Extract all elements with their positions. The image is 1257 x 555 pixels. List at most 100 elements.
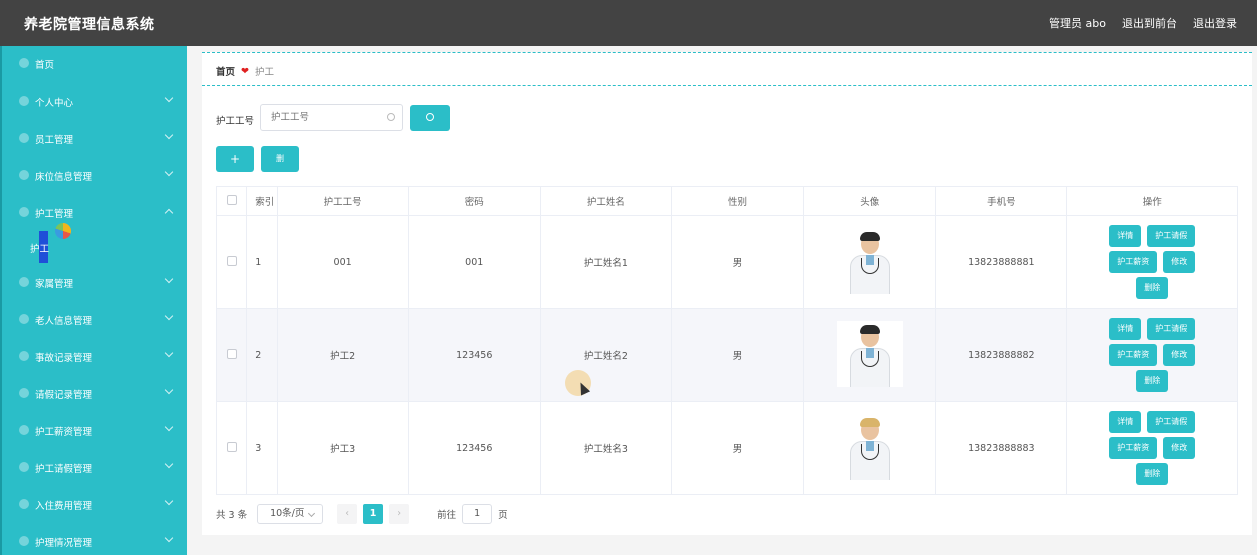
heart-icon: ❤ (241, 65, 249, 77)
sidebar-item-label: 床位信息管理 (35, 172, 93, 183)
delete-button[interactable]: 删除 (1136, 277, 1169, 299)
nurse-salary-button[interactable]: 护工薪资 (1109, 344, 1158, 366)
edit-button[interactable]: 修改 (1163, 437, 1196, 459)
sidebar-item-care[interactable]: 护理情况管理 (2, 531, 187, 553)
breadcrumb-home[interactable]: 首页 (216, 64, 235, 78)
cell-avatar (803, 401, 937, 495)
sidebar-item-nurse[interactable]: 护工管理 (2, 202, 187, 224)
search-input[interactable] (271, 105, 381, 130)
row-checkbox[interactable] (226, 441, 237, 452)
page-size-select[interactable]: 10条/页 (257, 504, 324, 524)
chevron-down-icon (164, 422, 174, 432)
jump-label: 前往 (437, 510, 457, 521)
to-front-link[interactable]: 退出到前台 (1122, 15, 1177, 31)
loading-ball-icon (55, 223, 71, 239)
delete-button[interactable]: 删除 (1136, 463, 1169, 485)
incident-icon (19, 351, 29, 361)
search-label: 护工工号 (216, 116, 255, 127)
chevron-down-icon (164, 459, 174, 469)
sidebar-item-label: 家属管理 (35, 279, 74, 290)
sidebar-item-staff[interactable]: 员工管理 (2, 128, 187, 150)
nurse-salary-button[interactable]: 护工薪资 (1109, 437, 1158, 459)
staff-icon (19, 133, 29, 143)
sidebar-item-bed[interactable]: 床位信息管理 (2, 165, 187, 187)
nurse-leave-button[interactable]: 护工请假 (1147, 318, 1196, 340)
cell-actions: 详情 护工请假 护工薪资 修改 删除 (1066, 215, 1238, 309)
cell-id: 001 (276, 215, 409, 309)
sidebar-item-label: 事故记录管理 (35, 353, 93, 364)
sidebar-subitem-nurse[interactable]: 护工 (30, 241, 49, 255)
detail-button[interactable]: 详情 (1109, 411, 1142, 433)
jump-page-input[interactable]: 1 (462, 504, 493, 524)
select-all-checkbox[interactable] (226, 194, 237, 205)
search-icon (387, 113, 395, 121)
column-header: 性别 (670, 186, 805, 216)
next-page-button[interactable]: › (389, 504, 410, 524)
page-number-button[interactable]: 1 (363, 504, 384, 524)
delete-button[interactable]: 删除 (1136, 370, 1169, 392)
sidebar-item-fee[interactable]: 入住费用管理 (2, 494, 187, 516)
breadcrumb: 首页 ❤ 护工 (216, 64, 274, 79)
cell-id: 护工2 (276, 308, 409, 402)
pagination-total: 共 3 条 (216, 510, 248, 521)
chevron-down-icon (164, 385, 174, 395)
table-row: 2 护工2 123456 护工姓名2 男 13823888882 详情 护工请假 (215, 308, 1238, 402)
edit-button[interactable]: 修改 (1163, 344, 1196, 366)
jump-suffix: 页 (498, 510, 508, 521)
app-title: 养老院管理信息系统 (24, 17, 155, 33)
edit-button[interactable]: 修改 (1163, 251, 1196, 273)
nurse-leave-button[interactable]: 护工请假 (1147, 225, 1196, 247)
sidebar-item-label: 个人中心 (35, 98, 74, 109)
cell-password: 123456 (407, 401, 541, 495)
cell-id: 护工3 (276, 401, 409, 495)
sidebar-item-elder[interactable]: 老人信息管理 (2, 309, 187, 331)
fee-icon (19, 499, 29, 509)
sidebar-item-salary[interactable]: 护工薪资管理 (2, 420, 187, 442)
sidebar-item-label: 入住费用管理 (35, 501, 93, 512)
family-icon (19, 277, 29, 287)
sidebar-item-label: 老人信息管理 (35, 316, 93, 327)
sidebar-item-incident[interactable]: 事故记录管理 (2, 346, 187, 368)
cell-phone: 13823888883 (935, 401, 1068, 495)
nurse-leave-button[interactable]: 护工请假 (1147, 411, 1196, 433)
top-links: 管理员 abo 退出到前台 退出登录 (1049, 15, 1237, 31)
sidebar-item-nurse-leave[interactable]: 护工请假管理 (2, 457, 187, 479)
avatar (836, 320, 903, 387)
nurse-table: 索引 护工工号 密码 护工姓名 性别 头像 手机号 操作 1 001 001 护… (215, 186, 1238, 495)
search-icon (426, 113, 434, 121)
cell-name: 护工姓名2 (539, 308, 672, 402)
search-button[interactable] (410, 105, 450, 131)
cell-avatar (803, 308, 937, 402)
chevron-down-icon (164, 496, 174, 506)
sidebar-item-leave[interactable]: 请假记录管理 (2, 383, 187, 405)
cell-phone: 13823888882 (935, 308, 1068, 402)
column-header: 护工工号 (276, 186, 409, 216)
sidebar-item-label: 首页 (35, 60, 55, 71)
search-field[interactable] (260, 104, 403, 131)
row-checkbox[interactable] (226, 348, 237, 359)
detail-button[interactable]: 详情 (1109, 225, 1142, 247)
pagination: 共 3 条 10条/页 ‹ 1 › 前往 1 页 (216, 504, 508, 524)
avatar (836, 227, 903, 294)
detail-button[interactable]: 详情 (1109, 318, 1142, 340)
chevron-down-icon (164, 130, 174, 140)
sidebar-item-profile[interactable]: 个人中心 (2, 91, 187, 113)
sidebar: 首页 个人中心 员工管理 床位信息管理 护工管理 护工 家属管理 老人信息管理 … (0, 46, 187, 555)
sidebar-item-label: 护工管理 (35, 209, 74, 220)
sidebar-item-family[interactable]: 家属管理 (2, 272, 187, 294)
add-button[interactable]: + (216, 146, 254, 172)
batch-delete-button[interactable]: 删 (261, 146, 299, 172)
logout-link[interactable]: 退出登录 (1193, 15, 1237, 31)
sidebar-item-home[interactable]: 首页 (2, 53, 187, 75)
prev-page-button[interactable]: ‹ (337, 504, 358, 524)
nurse-salary-button[interactable]: 护工薪资 (1109, 251, 1158, 273)
column-header: 密码 (407, 186, 541, 216)
top-bar: 养老院管理信息系统 管理员 abo 退出到前台 退出登录 (0, 0, 1257, 46)
cell-name: 护工姓名3 (539, 401, 672, 495)
cell-gender: 男 (670, 401, 805, 495)
chevron-down-icon (164, 533, 174, 543)
column-header: 操作 (1066, 186, 1238, 216)
cell-password: 001 (407, 215, 541, 309)
cell-password: 123456 (407, 308, 541, 402)
row-checkbox[interactable] (226, 255, 237, 266)
